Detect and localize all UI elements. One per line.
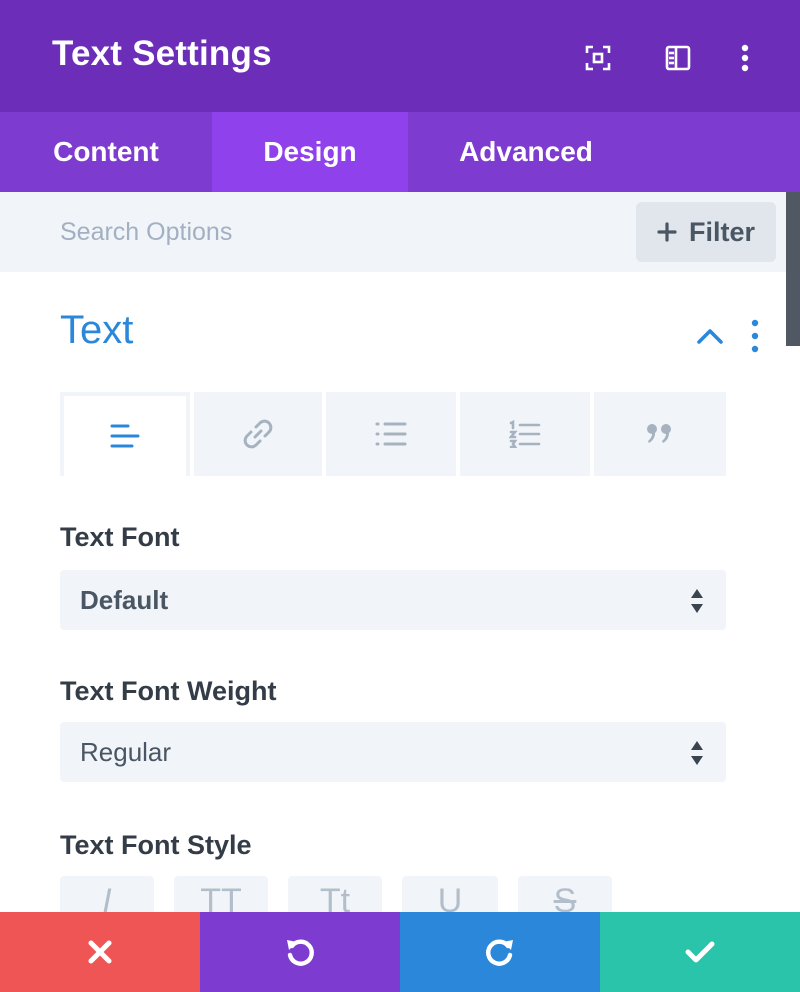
select-arrows-icon: [691, 589, 703, 613]
redo-button[interactable]: [400, 912, 600, 992]
text-font-value: Default: [80, 585, 169, 615]
text-font-label: Text Font: [60, 522, 180, 552]
subtab-quote[interactable]: [590, 392, 726, 476]
sidebar-toggle-icon[interactable]: [658, 38, 698, 78]
tab-content[interactable]: Content: [0, 112, 212, 192]
plus-icon: [657, 222, 677, 242]
modal-header: Text Settings: [0, 0, 800, 112]
check-icon: [685, 941, 715, 963]
undo-button[interactable]: [200, 912, 400, 992]
tab-design[interactable]: Design: [212, 112, 408, 192]
text-font-weight-label: Text Font Weight: [60, 676, 277, 706]
text-subtabs: [60, 392, 726, 476]
numbered-list-icon: [509, 420, 541, 448]
search-bar: Filter: [0, 192, 786, 272]
quote-icon: [647, 424, 671, 443]
save-button[interactable]: [600, 912, 800, 992]
text-font-weight-select[interactable]: Regular: [60, 722, 726, 782]
subtab-bulleted-list[interactable]: [322, 392, 456, 476]
discard-button[interactable]: [0, 912, 200, 992]
align-left-icon: [110, 424, 140, 448]
section-more-icon[interactable]: [742, 318, 768, 354]
section-title[interactable]: Text: [60, 308, 133, 353]
tab-advanced[interactable]: Advanced: [408, 112, 644, 192]
action-bar: [0, 912, 800, 992]
settings-tabs: Content Design Advanced: [0, 112, 800, 192]
subtab-text[interactable]: [60, 392, 190, 476]
close-icon: [88, 940, 112, 964]
search-input[interactable]: [60, 212, 620, 252]
text-font-style-label: Text Font Style: [60, 830, 252, 860]
link-icon: [243, 419, 273, 449]
undo-icon: [287, 939, 314, 966]
text-font-select[interactable]: Default: [60, 570, 726, 630]
fullscreen-icon[interactable]: [578, 38, 618, 78]
scrollbar[interactable]: [786, 192, 800, 992]
scrollbar-thumb[interactable]: [786, 192, 800, 346]
modal-title: Text Settings: [52, 34, 272, 73]
bulleted-list-icon: [375, 422, 407, 446]
filter-label: Filter: [688, 216, 755, 247]
chevron-up-icon[interactable]: [694, 322, 726, 350]
subtab-numbered-list[interactable]: [456, 392, 590, 476]
select-arrows-icon: [691, 741, 703, 765]
redo-icon: [486, 939, 513, 966]
text-font-weight-value: Regular: [80, 737, 172, 767]
subtab-link[interactable]: [190, 392, 322, 476]
filter-button[interactable]: Filter: [636, 202, 776, 262]
more-vertical-icon[interactable]: [725, 38, 765, 78]
